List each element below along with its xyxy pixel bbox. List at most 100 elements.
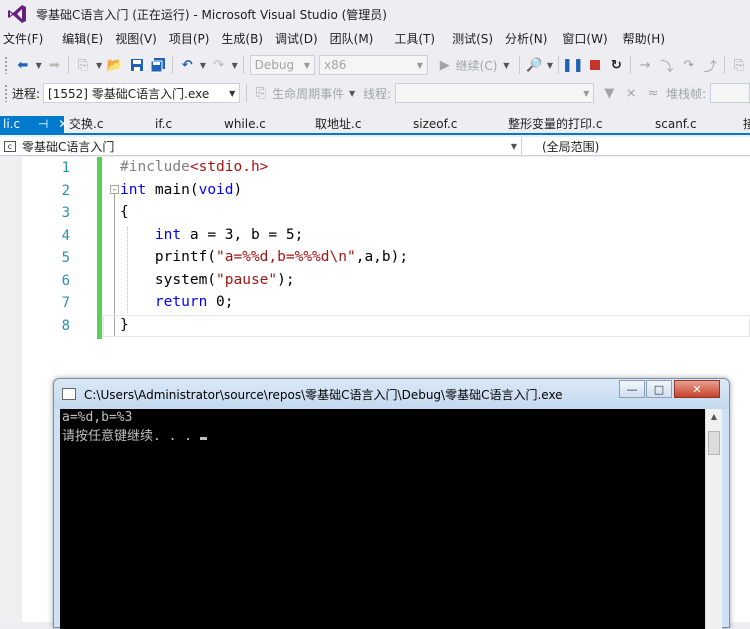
restart-icon[interactable]: ↻: [605, 54, 627, 76]
flag-threads-icon[interactable]: ≈: [642, 82, 664, 104]
code-token: main(: [146, 182, 199, 198]
filter-clear-icon[interactable]: ⨯: [620, 82, 642, 104]
process-label: 进程:: [11, 86, 41, 101]
tab-li-c[interactable]: li.c ⊣ ✕: [0, 116, 68, 135]
chevron-down-icon: ▼: [229, 88, 236, 98]
forward-icon[interactable]: ➡: [44, 54, 66, 76]
solution-config-select[interactable]: Debug ▼: [249, 55, 315, 75]
code-line-2: int main(void): [120, 182, 242, 198]
lifecycle-events-icon[interactable]: ⎘: [250, 82, 272, 104]
lifecycle-dropdown-icon[interactable]: ▼: [347, 89, 357, 98]
stop-icon[interactable]: [584, 54, 606, 76]
menu-analyze[interactable]: 分析(N): [502, 28, 556, 50]
code-token: ,a,b);: [355, 249, 409, 265]
tab-address-c[interactable]: 取地址.c: [315, 116, 361, 135]
close-button[interactable]: ✕: [674, 380, 720, 398]
step-into-icon[interactable]: ⤵: [656, 54, 678, 76]
close-icon[interactable]: ✕: [58, 117, 68, 131]
filter-icon[interactable]: ▼: [598, 82, 620, 104]
thread-select[interactable]: ▼: [395, 83, 595, 103]
line-number: 8: [61, 318, 70, 334]
menu-test[interactable]: 测试(S): [444, 28, 502, 50]
continue-button[interactable]: 继续(C): [456, 57, 498, 74]
back-icon[interactable]: ⬅: [12, 54, 34, 76]
code-line-1: #include<stdio.h>: [120, 159, 268, 175]
tab-while-c[interactable]: while.c: [224, 116, 266, 135]
step-out-icon[interactable]: ⤴: [700, 54, 722, 76]
menu-build[interactable]: 生成(B): [218, 28, 272, 50]
menu-file[interactable]: 文件(F): [0, 28, 52, 50]
tab-swap-c[interactable]: 交换.c: [69, 116, 103, 135]
project-scope-select[interactable]: c 零基础C语言入门 ▼: [0, 137, 522, 155]
stackframe-label: 堆栈帧:: [666, 86, 707, 101]
save-all-icon[interactable]: [148, 54, 170, 76]
menu-help[interactable]: 帮助(H): [617, 28, 674, 50]
scroll-up-icon[interactable]: ▲: [706, 409, 722, 425]
console-scrollbar[interactable]: ▲: [705, 409, 722, 629]
separator: [724, 56, 726, 74]
tab-scanf-c[interactable]: scanf.c: [655, 116, 697, 135]
chevron-down-icon: ▼: [416, 60, 423, 70]
minimize-button[interactable]: —: [619, 380, 645, 398]
global-scope-select[interactable]: (全局范围): [524, 137, 750, 155]
line-number: 1: [61, 160, 70, 176]
line-number: 6: [61, 273, 70, 289]
menu-window[interactable]: 窗口(W): [556, 28, 616, 50]
new-project-icon[interactable]: ⎘: [72, 54, 94, 76]
toolbar-grip[interactable]: [4, 56, 8, 74]
collapse-icon[interactable]: –: [110, 185, 119, 194]
continue-dropdown-icon[interactable]: ▼: [501, 61, 511, 70]
line-number: 2: [61, 183, 70, 199]
menu-bar: 文件(F) 编辑(E) 视图(V) 项目(P) 生成(B) 调试(D) 团队(M…: [0, 28, 750, 50]
menu-edit[interactable]: 编辑(E): [52, 28, 112, 50]
tab-overflow[interactable]: 接: [743, 116, 750, 135]
new-dropdown-icon[interactable]: ▼: [94, 61, 104, 70]
line-number: 7: [61, 295, 70, 311]
undo-dropdown-icon[interactable]: ▼: [198, 61, 208, 70]
find-icon[interactable]: 🔎: [523, 54, 545, 76]
code-line-6: system("pause");: [120, 272, 295, 288]
toolbar-overflow-icon[interactable]: ⎘: [728, 54, 750, 76]
change-tracking-bar: [97, 157, 102, 339]
redo-icon[interactable]: ↷: [208, 54, 230, 76]
process-select[interactable]: [1552] 零基础C语言入门.exe ▼: [43, 83, 241, 103]
continue-icon[interactable]: ▶: [434, 54, 456, 76]
pin-icon[interactable]: ⊣: [38, 117, 48, 131]
lifecycle-events-button[interactable]: 生命周期事件: [272, 85, 344, 102]
back-dropdown-icon[interactable]: ▼: [34, 61, 44, 70]
open-file-icon[interactable]: 📂: [104, 54, 126, 76]
undo-icon[interactable]: ↶: [176, 54, 198, 76]
console-title: C:\Users\Administrator\source\repos\零基础C…: [84, 388, 563, 402]
separator: [557, 56, 559, 74]
tab-int-print-c[interactable]: 整形变量的打印.c: [508, 116, 602, 135]
console-output-line: 请按任意键继续. . .: [62, 425, 207, 444]
maximize-button[interactable]: □: [646, 380, 672, 398]
save-icon[interactable]: [126, 54, 148, 76]
menu-debug[interactable]: 调试(D): [272, 28, 327, 50]
chevron-down-icon: ▼: [303, 60, 310, 70]
step-over-icon[interactable]: ↷: [678, 54, 700, 76]
code-token: a = 3, b = 5;: [181, 227, 304, 243]
console-title-bar[interactable]: C:\Users\Administrator\source\repos\零基础C…: [54, 379, 729, 409]
menu-tools[interactable]: 工具(T): [382, 28, 444, 50]
console-window[interactable]: C:\Users\Administrator\source\repos\零基础C…: [53, 378, 730, 629]
menu-view[interactable]: 视图(V): [112, 28, 166, 50]
menu-team[interactable]: 团队(M): [327, 28, 383, 50]
find-dropdown-icon[interactable]: ▼: [545, 61, 555, 70]
code-token: );: [277, 272, 295, 288]
pause-icon[interactable]: ❚❚: [562, 54, 584, 76]
show-next-statement-icon[interactable]: →: [634, 54, 656, 76]
line-number: 3: [61, 205, 70, 221]
console-output[interactable]: a=%d,b=%3 请按任意键继续. . .: [60, 409, 705, 629]
redo-dropdown-icon[interactable]: ▼: [230, 61, 240, 70]
menu-project[interactable]: 项目(P): [166, 28, 219, 50]
solution-platform-select[interactable]: x86 ▼: [318, 55, 428, 75]
tab-if-c[interactable]: if.c: [155, 116, 172, 135]
tab-sizeof-c[interactable]: sizeof.c: [413, 116, 457, 135]
string-token: "pause": [216, 272, 278, 288]
scroll-thumb[interactable]: [708, 431, 720, 455]
breakpoint-margin[interactable]: [0, 157, 22, 622]
console-output-line: a=%d,b=%3: [62, 410, 133, 425]
stackframe-select[interactable]: [710, 83, 750, 103]
toolbar-grip[interactable]: [4, 84, 8, 102]
